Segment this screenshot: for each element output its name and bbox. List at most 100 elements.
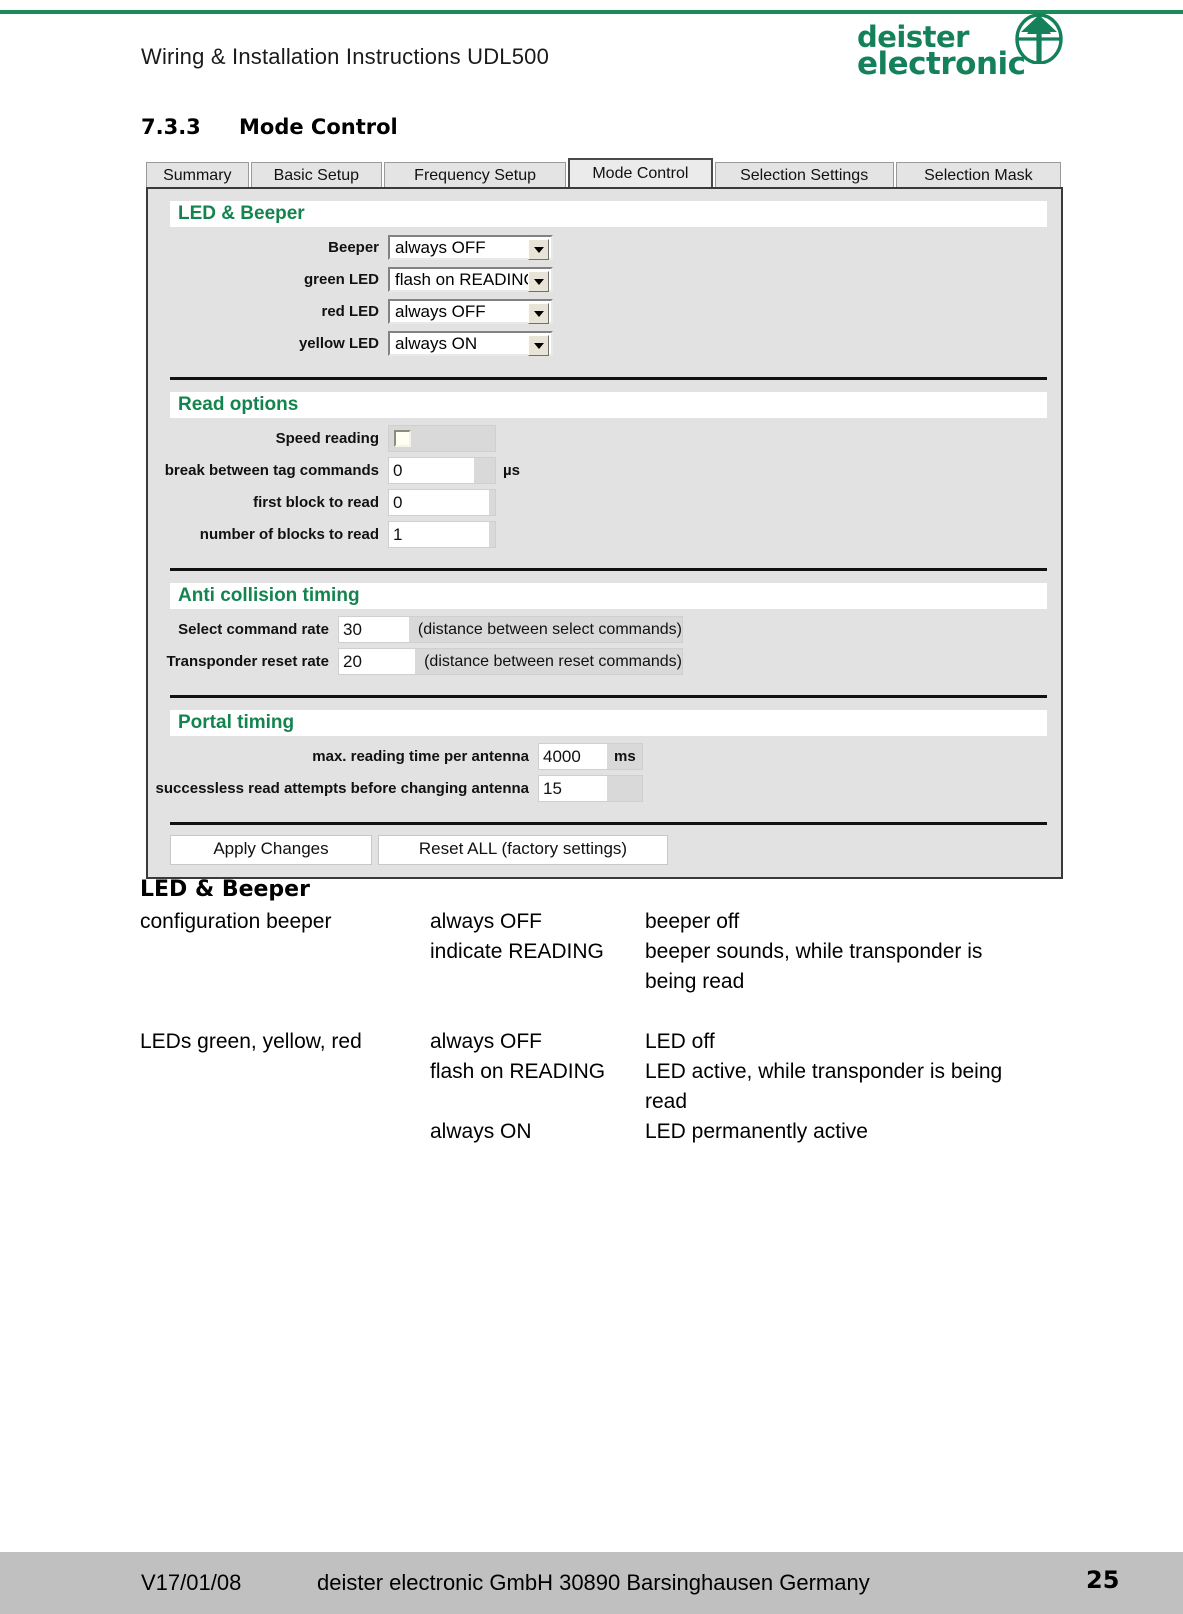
row-number-of-blocks-to-read: number of blocks to read 1 [148,520,1061,549]
label-transponder-reset-rate: Transponder reset rate [166,653,329,670]
tab-mode-control[interactable]: Mode Control [568,158,713,187]
divider-1 [170,377,1047,380]
select-yellow-led[interactable]: always ON [388,331,553,356]
apply-changes-button[interactable]: Apply Changes [170,835,372,865]
mode-control-screenshot: Summary Basic Setup Frequency Setup Mode… [146,158,1063,879]
input-transponder-reset-rate[interactable]: 20 [339,649,416,674]
row-yellow-led: yellow LED always ON [148,329,1061,358]
definition-row: indicate READING beeper sounds, while tr… [140,937,1070,966]
chevron-down-icon[interactable] [528,335,549,356]
unit-microseconds: µs [503,462,520,479]
input-successless-read-attempts[interactable]: 15 [539,776,607,801]
def-term [140,1087,430,1116]
cell-break-between-tag-commands: 0 [388,457,496,484]
select-beeper-value: always OFF [395,237,486,257]
divider-3 [170,695,1047,698]
tab-summary[interactable]: Summary [146,162,249,187]
def-option: always OFF [430,1030,543,1053]
definition-spacer [140,997,1070,1027]
group-read-options: Read options Speed reading break between… [148,392,1061,556]
select-green-led-value: flash on READING [395,269,537,289]
def-option: flash on READING [430,1060,606,1083]
group-led-beeper: LED & Beeper Beeper always OFF green LED… [148,201,1061,365]
select-red-led-value: always OFF [395,301,486,321]
input-break-between-tag-commands[interactable]: 0 [389,458,474,483]
input-max-reading-time[interactable]: 4000 [539,744,607,769]
mode-control-panel: LED & Beeper Beeper always OFF green LED… [146,187,1063,879]
def-option: always ON [430,1120,532,1143]
def-term [140,967,430,996]
unit-milliseconds: ms [614,748,636,765]
cell-max-reading-time: 4000 ms [538,743,643,770]
row-green-led: green LED flash on READING [148,265,1061,294]
group-title-led-beeper: LED & Beeper [170,201,1047,227]
def-term: LEDs green, yellow, red [140,1030,362,1053]
cell-transponder-reset-rate: 20 (distance between reset commands) [338,648,683,675]
cell-speed-reading [388,425,496,452]
footer-page-number: 25 [1086,1566,1120,1594]
label-beeper: Beeper [328,239,379,256]
chevron-down-icon[interactable] [528,239,549,260]
cell-first-block-to-read: 0 [388,489,496,516]
def-option: indicate READING [430,940,604,963]
def-desc: beeper sounds, while transponder is [645,940,983,963]
reset-all-button[interactable]: Reset ALL (factory settings) [378,835,668,865]
def-term [140,1117,430,1146]
row-speed-reading: Speed reading [148,424,1061,453]
select-beeper[interactable]: always OFF [388,235,553,260]
section-title: Mode Control [239,115,398,139]
portal-timing-rows: max. reading time per antenna 4000 ms su… [148,736,1061,810]
chevron-down-icon[interactable] [528,271,549,292]
label-successless-read-attempts: successless read attempts before changin… [155,780,529,797]
definition-row: always ON LED permanently active [140,1117,1070,1146]
row-beeper: Beeper always OFF [148,233,1061,262]
tree-emblem-icon [1015,13,1063,64]
input-first-block-to-read[interactable]: 0 [389,490,489,515]
label-number-of-blocks-to-read: number of blocks to read [199,526,379,543]
row-successless-read-attempts: successless read attempts before changin… [148,774,1061,803]
def-term: configuration beeper [140,910,332,933]
label-yellow-led: yellow LED [298,335,379,352]
row-transponder-reset-rate: Transponder reset rate 20 (distance betw… [148,647,1061,676]
label-select-command-rate: Select command rate [178,621,329,638]
select-green-led[interactable]: flash on READING [388,267,553,292]
definition-row: LEDs green, yellow, red always OFF LED o… [140,1027,1070,1056]
deister-electronic-logo: deister electronic [855,12,1065,82]
tab-selection-settings[interactable]: Selection Settings [714,162,894,187]
footer-company: deister electronic GmbH 30890 Barsinghau… [317,1570,870,1595]
def-desc: LED permanently active [645,1120,868,1143]
label-red-led: red LED [321,303,379,320]
group-anti-collision-timing: Anti collision timing Select command rat… [148,583,1061,683]
read-options-rows: Speed reading break between tag commands… [148,418,1061,556]
def-desc: being read [645,970,745,993]
definition-row: flash on READING LED active, while trans… [140,1057,1070,1086]
chevron-down-icon[interactable] [528,303,549,324]
label-max-reading-time: max. reading time per antenna [312,748,529,765]
input-select-command-rate[interactable]: 30 [339,617,409,642]
def-desc: LED active, while transponder is being [645,1060,1003,1083]
group-title-read-options: Read options [170,392,1047,418]
cell-successless-read-attempts: 15 [538,775,643,802]
row-select-command-rate: Select command rate 30 (distance between… [148,615,1061,644]
select-red-led[interactable]: always OFF [388,299,553,324]
tab-frequency-setup[interactable]: Frequency Setup [384,162,567,187]
section-number: 7.3.3 [141,115,201,139]
row-first-block-to-read: first block to read 0 [148,488,1061,517]
checkbox-speed-reading[interactable] [394,430,411,447]
def-option [430,967,645,996]
definition-row: read [140,1087,1070,1116]
panel-button-row: Apply Changes Reset ALL (factory setting… [170,835,1047,865]
divider-4 [170,822,1047,825]
definition-list: configuration beeper always OFF beeper o… [140,907,1070,1147]
label-speed-reading: Speed reading [275,430,379,447]
document-title: Wiring & Installation Instructions UDL50… [141,44,550,69]
tab-basic-setup[interactable]: Basic Setup [250,162,383,187]
logo-text-electronic: electronic [857,46,1026,82]
row-max-reading-time: max. reading time per antenna 4000 ms [148,742,1061,771]
tab-selection-mask[interactable]: Selection Mask [895,162,1061,187]
row-break-between-tag-commands: break between tag commands 0 µs [148,456,1061,485]
input-number-of-blocks-to-read[interactable]: 1 [389,522,489,547]
definition-row: being read [140,967,1070,996]
def-option: always OFF [430,910,543,933]
hint-transponder-reset-rate: (distance between reset commands) [424,652,682,670]
